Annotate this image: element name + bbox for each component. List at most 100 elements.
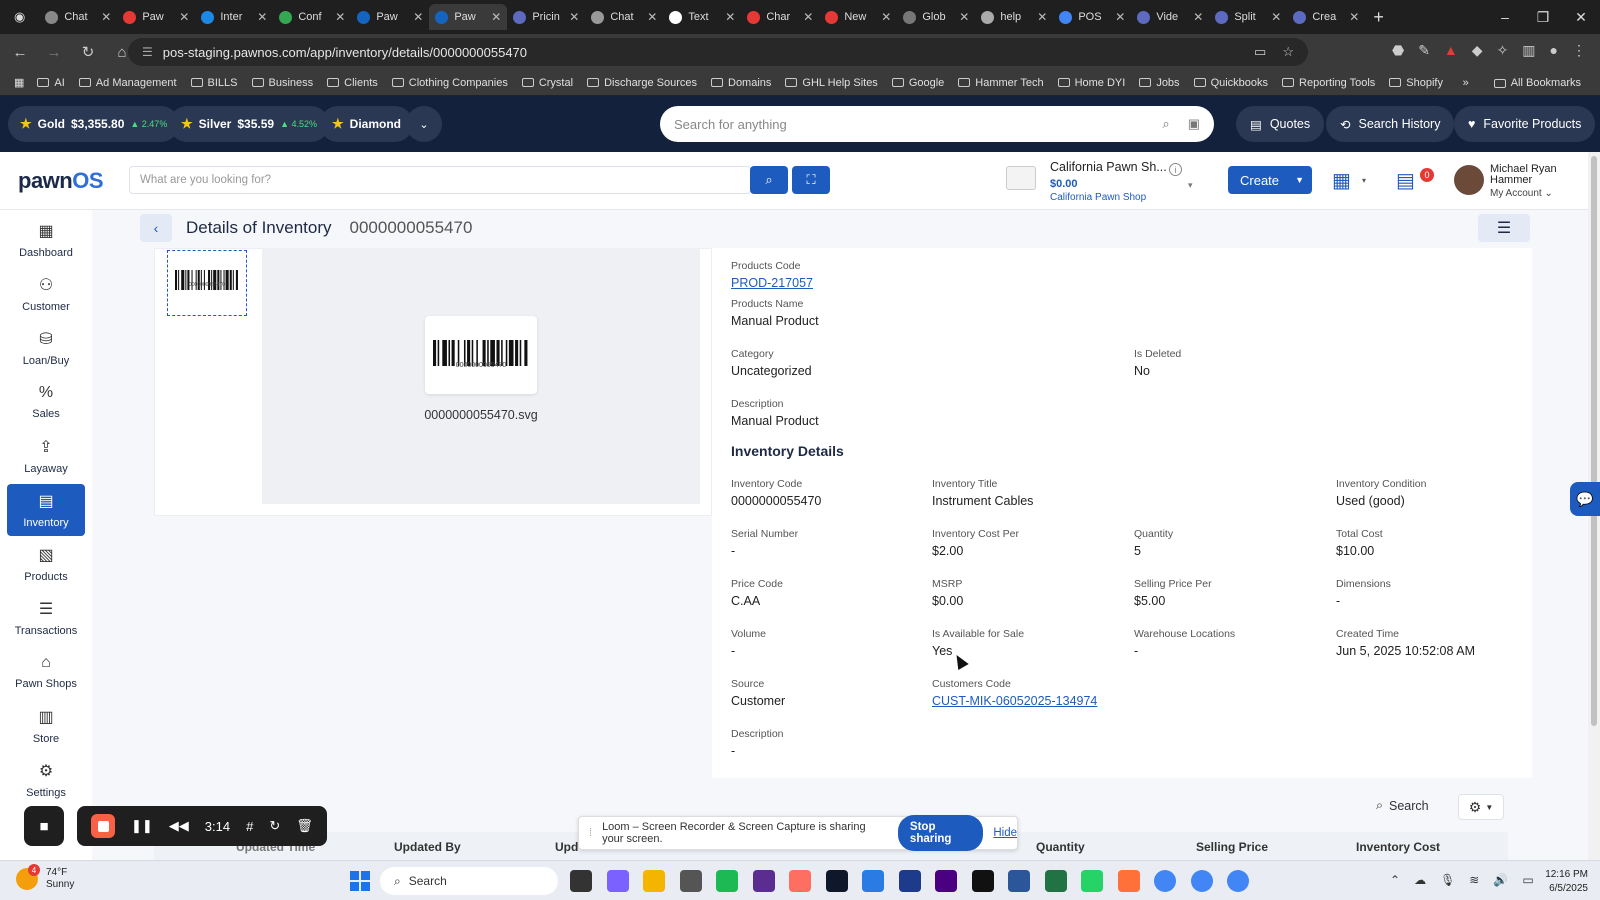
taskbar-app-chrome-icon[interactable] [1154,870,1176,892]
bookmark-folder[interactable]: Reporting Tools [1275,77,1382,89]
browser-profile-icon[interactable]: ◉ [14,9,25,25]
sidebar-item-products[interactable]: ▧ Products [7,538,85,590]
image-search-icon[interactable]: ▣ [1188,116,1200,132]
bookmark-folder[interactable]: Google [885,77,951,89]
app-search-button[interactable]: ⌕ [750,166,788,194]
gold-price-pill[interactable]: ★ Gold $3,355.80 ▲ 2.47% [8,106,180,142]
back-button[interactable]: ‹ [140,214,172,242]
shop-name[interactable]: California Pawn Sh... [1050,160,1167,174]
sidebar-icon[interactable]: ▥ [1522,42,1535,59]
bookmark-folder[interactable]: Clothing Companies [385,77,515,89]
loom-stop-button[interactable] [91,814,115,838]
tab-close-icon[interactable]: ✕ [257,10,267,24]
scan-button[interactable]: ⛶ [792,166,830,194]
diamond-pill[interactable]: ★ Diamond [320,106,413,142]
browser-tab[interactable]: Char ✕ [741,4,819,30]
bookmark-folder[interactable]: BILLS [184,77,245,89]
browser-tab[interactable]: Crea ✕ [1287,4,1365,30]
browser-tab[interactable]: Vide ✕ [1131,4,1209,30]
cart-icon[interactable]: ▤ [1396,168,1415,193]
bookmark-folder[interactable]: Ad Management [72,77,184,89]
reload-icon[interactable]: ↻ [78,43,98,61]
page-menu-button[interactable]: ☰ [1478,214,1530,242]
taskbar-app-rush-icon[interactable] [935,870,957,892]
bookmark-folder[interactable]: Business [245,77,321,89]
taskbar-app-calculator-icon[interactable] [679,870,702,892]
shop-dropdown-icon[interactable]: ▾ [1188,180,1193,191]
metals-dropdown-icon[interactable]: ⌄ [406,106,442,142]
browser-menu-icon[interactable]: ⋮ [1572,42,1586,59]
taskbar-app-paint-icon[interactable] [789,870,811,892]
create-button[interactable]: Create ▼ [1228,166,1312,194]
bookmark-folder[interactable]: Domains [704,77,778,89]
taskbar-app-chrome-alt-icon[interactable] [1227,870,1249,892]
sidebar-item-customer[interactable]: ⚇ Customer [7,268,85,320]
sidebar-item-transactions[interactable]: ☰ Transactions [7,592,85,644]
extension-icon[interactable]: ⬣ [1392,42,1404,59]
url-field[interactable]: ☰ pos-staging.pawnos.com/app/inventory/d… [128,38,1308,66]
browser-tab[interactable]: Chat ✕ [39,4,117,30]
taskbar-app-excel-icon[interactable] [1044,870,1067,892]
taskbar-app-terminal-icon[interactable] [570,870,592,892]
mic-icon[interactable]: 🎙 [1440,873,1455,887]
apps-icon[interactable]: ▦ [14,76,24,89]
quotes-button[interactable]: ▤ Quotes [1236,106,1325,142]
column-header[interactable]: Upd [555,840,578,854]
browser-tab[interactable]: Conf ✕ [273,4,351,30]
my-account-link[interactable]: My Account ⌄ [1490,188,1553,199]
restore-icon[interactable]: ❐ [1524,0,1562,34]
browser-tab[interactable]: Paw ✕ [351,4,429,30]
back-icon[interactable]: ← [10,44,30,61]
taskbar-app-snipping-icon[interactable] [606,870,629,892]
table-search-button[interactable]: ⌕ Search [1376,798,1429,813]
stop-sharing-button[interactable]: Stop sharing [897,815,984,851]
bookmark-folder[interactable]: Quickbooks [1187,77,1275,89]
sidebar-item-store[interactable]: ▥ Store [7,700,85,752]
pdf-extension-icon[interactable]: ▲ [1444,42,1458,59]
taskbar-app-whatsapp-icon[interactable] [1081,870,1103,892]
bookmark-folder[interactable]: Home DYI [1051,77,1133,89]
tab-close-icon[interactable]: ✕ [959,10,969,24]
puzzle-icon[interactable]: ✧ [1497,42,1509,59]
profile-avatar-icon[interactable]: ● [1550,42,1558,59]
tab-close-icon[interactable]: ✕ [1271,10,1281,24]
taskbar-app-davinci-icon[interactable] [825,870,848,892]
minimize-icon[interactable]: – [1486,0,1524,34]
products-code-link[interactable]: PROD-217057 [731,276,813,290]
bookmark-folder[interactable]: Hammer Tech [951,77,1050,89]
scrollbar-thumb[interactable] [1591,156,1597,726]
global-search-input[interactable]: Search for anything ⌕ ▣ [660,106,1214,142]
sidebar-item-pawn-shops[interactable]: ⌂ Pawn Shops [7,646,85,698]
site-info-icon[interactable]: ☰ [142,45,153,59]
silver-price-pill[interactable]: ★ Silver $35.59 ▲ 4.52% [169,106,330,142]
restart-icon[interactable]: ↻ [269,818,280,834]
browser-tab[interactable]: New ✕ [819,4,897,30]
browser-tab[interactable]: Split ✕ [1209,4,1287,30]
sidebar-item-layaway[interactable]: ⇪ Layaway [7,430,85,482]
sidebar-item-sales[interactable]: % Sales [7,376,85,428]
browser-tab[interactable]: POS ✕ [1053,4,1131,30]
taskbar-app-lightroom-icon[interactable] [898,870,921,892]
browser-tab[interactable]: Text ✕ [663,4,741,30]
bookmark-folder[interactable]: GHL Help Sites [778,77,884,89]
info-icon[interactable]: i [1169,163,1182,176]
bookmark-folder[interactable]: Shopify [1382,77,1450,89]
calculator-dropdown-icon[interactable]: ▾ [1362,176,1366,185]
tab-close-icon[interactable]: ✕ [803,10,813,24]
bookmark-folder[interactable]: Crystal [515,77,580,89]
column-header[interactable]: Updated By [394,840,461,854]
calculator-icon[interactable]: ▦ [1332,168,1351,193]
loom-camera-button[interactable]: ■ [24,806,64,846]
chat-widget-icon[interactable]: 💬 [1570,482,1600,516]
taskbar-app-firefox-icon[interactable] [1117,870,1140,892]
forward-icon[interactable]: → [44,44,64,61]
browser-tab[interactable]: Paw ✕ [117,4,195,30]
taskbar-app-photoshop-icon[interactable] [862,870,884,892]
bookmark-folder[interactable]: Discharge Sources [580,77,704,89]
customers-code-link[interactable]: CUST-MIK-06052025-134974 [932,694,1097,708]
install-app-icon[interactable]: ▭ [1254,44,1266,60]
all-bookmarks[interactable]: All Bookmarks [1487,77,1588,89]
windows-start-icon[interactable] [350,871,370,891]
extension2-icon[interactable]: ◆ [1472,42,1483,59]
tab-close-icon[interactable]: ✕ [101,10,111,24]
